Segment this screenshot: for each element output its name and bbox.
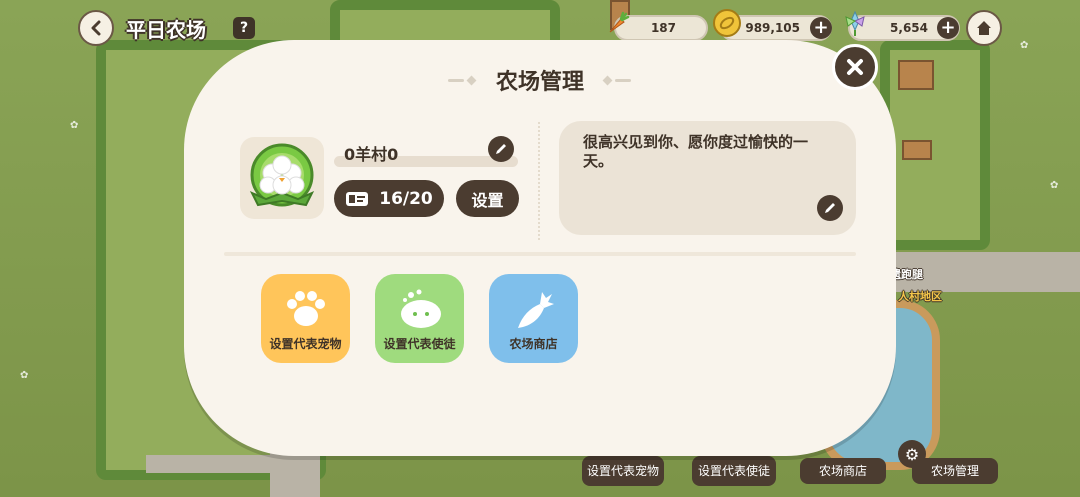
add-coin-button[interactable]: + [810,17,832,39]
bottom-tab-shop[interactable]: 农场商店 [800,458,886,484]
farm-plot [880,40,990,250]
visitor-count-pill: 16/20 [334,180,444,217]
title-decoration-left [447,75,478,86]
pencil-icon [496,144,506,154]
spirit-icon [400,289,441,328]
close-button[interactable] [832,44,878,90]
carrot-icon [602,8,632,38]
pencil-icon [825,203,835,213]
func-label-shop: 农场商店 [509,337,558,351]
title-decoration-right [602,75,632,86]
back-button[interactable] [78,10,114,46]
district-label: 人村地区 [898,290,942,303]
edit-name-button[interactable] [488,136,514,162]
home-button[interactable] [966,10,1002,46]
edit-greeting-button[interactable] [817,195,843,221]
flower-decor: ✿ [1020,40,1029,51]
coin-count: 989,105 [745,21,800,35]
greeting-box: 很高兴见到你、愿你度过愉快的一天。 [559,121,856,235]
greeting-text: 很高兴见到你、愿你度过愉快的一天。 [583,133,809,170]
visitor-count: 16/20 [379,188,433,209]
id-card-icon [346,191,369,206]
vertical-divider [538,122,540,240]
farm-title: 平日农场 [126,18,206,42]
coin-icon [712,8,742,38]
farm-management-modal: 农场管理 0羊村0 16/20 设置 很高兴见到你、愿你度过愉快的一天。 设置代… [184,40,896,456]
set-representative-pet-button[interactable]: 设置代表宠物 [261,274,350,363]
flower-decor: ✿ [1050,180,1059,191]
section-divider [224,252,856,256]
func-label-apostle: 设置代表使徒 [383,337,456,351]
set-representative-apostle-button[interactable]: 设置代表使徒 [375,274,464,363]
func-label-pet: 设置代表宠物 [269,337,342,351]
fence-block [902,140,932,160]
farm-emblem-icon [249,143,315,207]
modal-header: 农场管理 [184,64,896,96]
home-icon [977,21,991,35]
radish-icon [517,292,554,328]
farm-avatar[interactable] [240,137,324,219]
close-icon [847,59,863,75]
add-crystal-button[interactable]: + [937,17,959,39]
flower-decor: ✿ [70,120,79,131]
bottom-tab-pet[interactable]: 设置代表宠物 [582,456,664,486]
bottom-tab-manage[interactable]: 农场管理 [912,458,998,484]
modal-title: 农场管理 [495,70,584,95]
farm-name: 0羊村0 [344,145,399,164]
bottom-tab-apostle[interactable]: 设置代表使徒 [692,456,776,486]
fence-block [898,60,934,90]
help-icon[interactable]: ? [233,17,255,39]
farm-shop-button[interactable]: 农场商店 [489,274,578,363]
settings-button[interactable]: 设置 [456,180,519,217]
chevron-left-icon [91,20,101,36]
carrot-count: 187 [650,21,676,35]
stone-path [146,455,276,473]
crystal-count: 5,654 [890,21,928,35]
flower-decor: ✿ [20,370,29,381]
crystal-flower-icon [840,8,870,38]
paw-icon [286,291,325,326]
